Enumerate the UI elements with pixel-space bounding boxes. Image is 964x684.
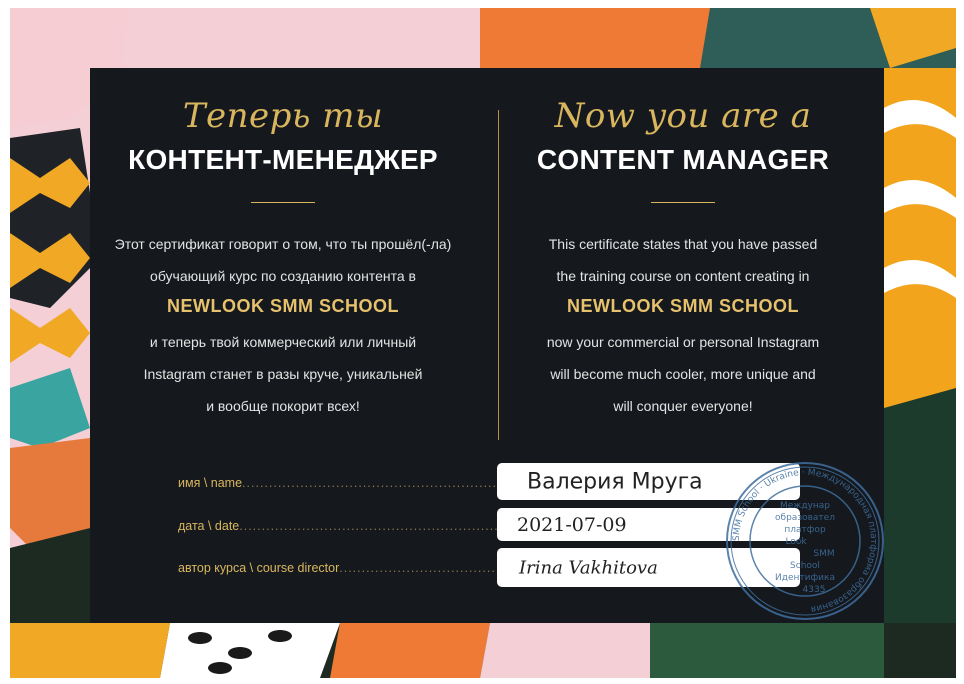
ru-line-5: и вообще покорит всех!	[206, 398, 360, 414]
stamp-line-3: платфор	[784, 525, 826, 535]
ru-line-4: Instagram станет в разы круче, уникальне…	[143, 366, 423, 382]
bg-bottom-yellow	[10, 623, 170, 678]
stamp-line-7: Идентифика	[775, 573, 835, 583]
stamp-line-4: Look	[785, 537, 807, 547]
en-divider	[651, 202, 715, 203]
director-signature: Irina Vakhitova	[519, 557, 658, 578]
bg-dot-2	[228, 647, 252, 659]
bg-right-green	[884, 388, 956, 628]
stamp-line-5: SMM	[813, 549, 834, 559]
stamp-line-1: Междунар	[780, 501, 830, 511]
stamp-line-8: 4335	[803, 585, 826, 595]
director-label: автор курса \ course director...........…	[178, 561, 508, 575]
ru-script-title: Теперь ты	[182, 96, 384, 136]
date-label: дата \ date.............................…	[178, 519, 508, 533]
ru-divider	[251, 202, 315, 203]
bg-dot-4	[208, 662, 232, 674]
en-script-title: Now you are a	[554, 96, 812, 136]
bg-dot-1	[188, 632, 212, 644]
date-value: 2021-07-09	[517, 513, 627, 536]
name-label: имя \ name..............................…	[178, 476, 508, 490]
name-leader-dots: ........................................…	[242, 476, 508, 490]
stamp-line-6: School	[790, 561, 820, 571]
ru-line-3: и теперь твой коммерческий или личный	[149, 334, 417, 350]
ru-school-name: NEWLOOK SMM SCHOOL	[167, 296, 399, 316]
en-line-3: now your commercial or personal Instagra…	[546, 334, 820, 350]
name-value: Валерия Мруга	[527, 469, 703, 494]
ru-line-2: обучающий курс по созданию контента в	[150, 268, 416, 284]
ru-line-1: Этот сертификат говорит о том, что ты пр…	[114, 236, 452, 252]
bg-bottom-pink	[480, 623, 650, 678]
en-line-2: the training course on content creating …	[556, 268, 810, 284]
en-line-1: This certificate states that you have pa…	[548, 236, 818, 252]
official-stamp: SMM School · Ukraine · Международная пла…	[726, 462, 884, 620]
en-line-4: will become much cooler, more unique and	[550, 366, 816, 382]
bg-bottom-orange	[330, 623, 490, 678]
en-line-5: will conquer everyone!	[613, 398, 753, 414]
bg-dot-3	[268, 630, 292, 642]
date-label-text: дата \ date	[178, 519, 240, 533]
date-leader-dots: ........................................…	[239, 519, 508, 533]
stamp-line-2: образовател	[775, 513, 835, 523]
name-label-text: имя \ name	[178, 476, 243, 490]
ru-heading: КОНТЕНТ-МЕНЕДЖЕР	[128, 144, 438, 175]
director-label-text: автор курса \ course director	[178, 561, 340, 575]
bg-bottom-green	[650, 623, 884, 678]
certificate: Теперь ты КОНТЕНТ-МЕНЕДЖЕР Этот сертифик…	[10, 8, 956, 678]
en-heading: CONTENT MANAGER	[536, 144, 830, 175]
director-leader-dots: ........................................…	[339, 561, 508, 575]
en-school-name: NEWLOOK SMM SCHOOL	[567, 296, 799, 316]
